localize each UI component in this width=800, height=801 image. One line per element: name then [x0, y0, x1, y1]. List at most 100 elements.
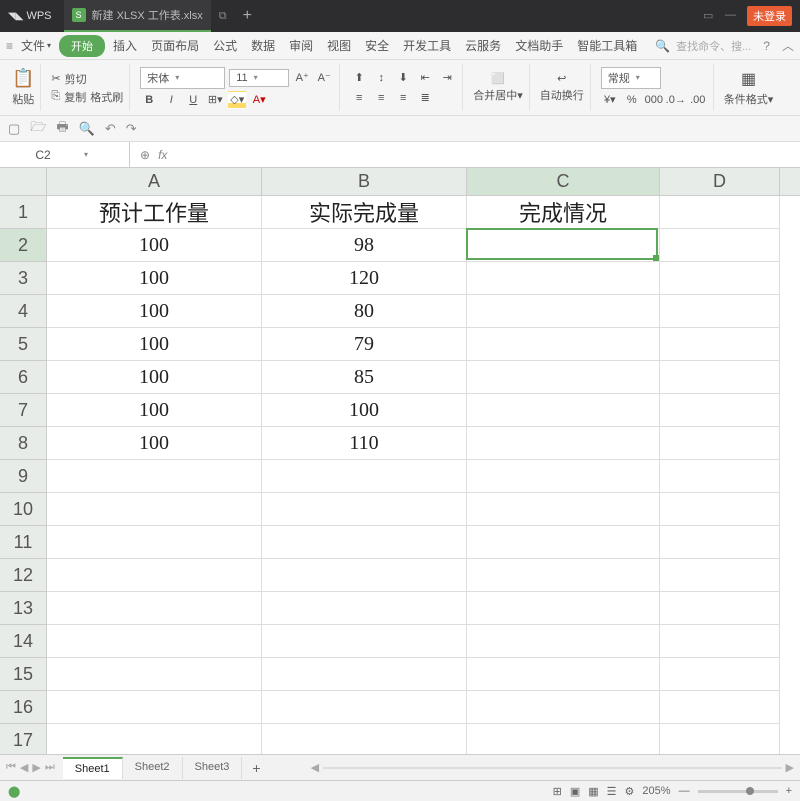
cell-A16[interactable]	[47, 691, 262, 724]
tab-nav-first-icon[interactable]: ⏮	[6, 761, 16, 774]
name-box[interactable]: ▾	[0, 142, 130, 167]
row-header-17[interactable]: 17	[0, 724, 46, 754]
cell-C5[interactable]	[467, 328, 660, 361]
new-tab-button[interactable]: +	[243, 7, 252, 25]
cell-A12[interactable]	[47, 559, 262, 592]
row-header-7[interactable]: 7	[0, 394, 46, 427]
menu-insert[interactable]: 插入	[107, 34, 143, 57]
cut-icon[interactable]: ✂	[51, 72, 60, 85]
menu-data[interactable]: 数据	[245, 34, 281, 57]
cell-A2[interactable]: 100	[47, 229, 262, 262]
sheet-tab-sheet1[interactable]: Sheet1	[63, 757, 123, 779]
cut-label[interactable]: 剪切	[65, 71, 87, 87]
cell-C8[interactable]	[467, 427, 660, 460]
row-header-3[interactable]: 3	[0, 262, 46, 295]
menu-dev-tools[interactable]: 开发工具	[397, 34, 457, 57]
menu-collapse-icon[interactable]: ︿	[782, 37, 794, 54]
menu-file[interactable]: 文件▾	[15, 34, 57, 57]
cell-B6[interactable]: 85	[262, 361, 467, 394]
font-select[interactable]: 宋体▾	[140, 67, 225, 89]
menu-smart-toolbox[interactable]: 智能工具箱	[571, 34, 643, 57]
cell-D16[interactable]	[660, 691, 780, 724]
cell-B8[interactable]: 110	[262, 427, 467, 460]
cell-C1[interactable]: 完成情况	[467, 196, 660, 229]
row-header-16[interactable]: 16	[0, 691, 46, 724]
column-header-D[interactable]: D	[660, 168, 780, 195]
login-badge[interactable]: 未登录	[747, 6, 792, 26]
formula-input[interactable]	[177, 142, 800, 167]
decimal-increase-icon[interactable]: .0→	[667, 91, 685, 109]
justify-icon[interactable]: ≣	[416, 89, 434, 107]
cell-A11[interactable]	[47, 526, 262, 559]
cell-C7[interactable]	[467, 394, 660, 427]
search-placeholder[interactable]: 查找命令、搜...	[676, 38, 751, 54]
cell-C2[interactable]	[467, 229, 660, 262]
menu-doc-assistant[interactable]: 文档助手	[509, 34, 569, 57]
align-right-icon[interactable]: ≡	[394, 89, 412, 107]
cell-B13[interactable]	[262, 592, 467, 625]
menu-formula[interactable]: 公式	[207, 34, 243, 57]
sheet-tab-sheet3[interactable]: Sheet3	[183, 757, 243, 779]
tab-nav-next-icon[interactable]: ▶	[32, 761, 40, 774]
tab-nav-prev-icon[interactable]: ◀	[20, 761, 28, 774]
border-button[interactable]: ⊞▾	[206, 91, 224, 109]
zoom-in-button[interactable]: +	[786, 785, 792, 797]
document-tab[interactable]: S 新建 XLSX 工作表.xlsx	[64, 0, 211, 32]
cell-C17[interactable]	[467, 724, 660, 754]
cell-D1[interactable]	[660, 196, 780, 229]
cell-A10[interactable]	[47, 493, 262, 526]
font-size-select[interactable]: 11▾	[229, 69, 289, 87]
qa-redo-icon[interactable]: ↷	[126, 121, 137, 137]
tab-duplicate-icon[interactable]: ⧉	[219, 10, 227, 23]
copy-icon[interactable]: ⎘	[51, 90, 60, 103]
cell-A7[interactable]: 100	[47, 394, 262, 427]
minimize-icon[interactable]: —	[725, 9, 739, 23]
name-box-arrow-icon[interactable]: ▾	[84, 150, 88, 159]
cell-B7[interactable]: 100	[262, 394, 467, 427]
cell-D8[interactable]	[660, 427, 780, 460]
merge-center-button[interactable]: ⬜ 合并居中▾	[473, 72, 523, 103]
cell-B12[interactable]	[262, 559, 467, 592]
align-top-icon[interactable]: ⬆	[350, 69, 368, 87]
copy-label[interactable]: 复制	[64, 89, 86, 105]
function-wizard-icon[interactable]: ⊕	[140, 148, 150, 162]
cell-A4[interactable]: 100	[47, 295, 262, 328]
cell-A5[interactable]: 100	[47, 328, 262, 361]
menu-start[interactable]: 开始	[59, 35, 105, 57]
menu-view[interactable]: 视图	[321, 34, 357, 57]
cell-A15[interactable]	[47, 658, 262, 691]
column-header-A[interactable]: A	[47, 168, 262, 195]
currency-icon[interactable]: ¥▾	[601, 91, 619, 109]
cell-D4[interactable]	[660, 295, 780, 328]
zoom-out-button[interactable]: —	[679, 785, 690, 797]
menu-hamburger-icon[interactable]: ≡	[6, 39, 13, 53]
decrease-font-icon[interactable]: A⁻	[315, 69, 333, 87]
qa-open-icon[interactable]: 🗁	[30, 118, 46, 140]
row-header-4[interactable]: 4	[0, 295, 46, 328]
cell-C3[interactable]	[467, 262, 660, 295]
qa-undo-icon[interactable]: ↶	[105, 121, 116, 137]
cell-B5[interactable]: 79	[262, 328, 467, 361]
sheet-tab-sheet2[interactable]: Sheet2	[123, 757, 183, 779]
row-header-12[interactable]: 12	[0, 559, 46, 592]
cell-C14[interactable]	[467, 625, 660, 658]
cell-A17[interactable]	[47, 724, 262, 754]
cell-C9[interactable]	[467, 460, 660, 493]
cell-D7[interactable]	[660, 394, 780, 427]
percent-icon[interactable]: %	[623, 91, 641, 109]
format-painter-label[interactable]: 格式刷	[90, 89, 123, 105]
cell-C15[interactable]	[467, 658, 660, 691]
menu-page-layout[interactable]: 页面布局	[145, 34, 205, 57]
decimal-decrease-icon[interactable]: .00	[689, 91, 707, 109]
tab-nav-last-icon[interactable]: ⏭	[45, 761, 55, 774]
cell-A13[interactable]	[47, 592, 262, 625]
cell-C11[interactable]	[467, 526, 660, 559]
cell-D2[interactable]	[660, 229, 780, 262]
qa-preview-icon[interactable]: 🔍	[79, 121, 95, 137]
cell-D9[interactable]	[660, 460, 780, 493]
thousands-icon[interactable]: 000	[645, 91, 663, 109]
row-header-15[interactable]: 15	[0, 658, 46, 691]
cell-C16[interactable]	[467, 691, 660, 724]
cell-B10[interactable]	[262, 493, 467, 526]
row-header-10[interactable]: 10	[0, 493, 46, 526]
